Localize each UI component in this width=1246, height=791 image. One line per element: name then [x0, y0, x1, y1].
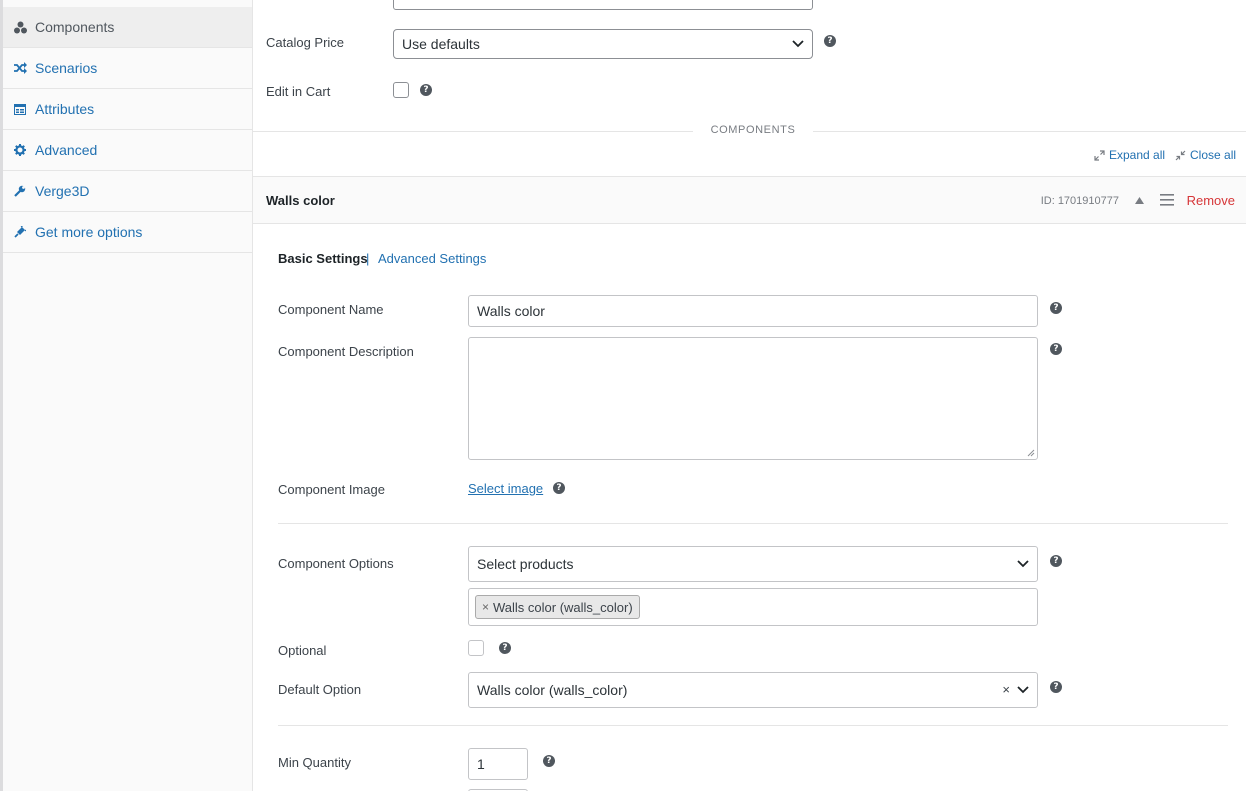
help-icon[interactable]: ?	[499, 642, 511, 654]
help-icon[interactable]: ?	[420, 84, 432, 96]
section-divider	[278, 725, 1228, 726]
component-name-label: Component Name	[278, 302, 384, 317]
section-divider	[278, 523, 1228, 524]
tab-advanced-settings[interactable]: Advanced Settings	[378, 251, 486, 266]
selected-product-label: Walls color (walls_color)	[493, 599, 633, 615]
catalog-price-select[interactable]: Use defaults	[393, 29, 813, 59]
edit-in-cart-checkbox[interactable]	[393, 82, 409, 98]
sidebar-item-label: Scenarios	[35, 60, 98, 76]
expand-all-label: Expand all	[1109, 148, 1166, 162]
help-icon[interactable]: ?	[543, 755, 555, 767]
select-image-link[interactable]: Select image	[468, 481, 543, 496]
component-options-selected[interactable]: × Walls color (walls_color)	[468, 588, 1038, 626]
component-id: ID: 1701910777	[1040, 195, 1119, 207]
sort-up-icon[interactable]	[1135, 197, 1144, 204]
sidebar-item-verge3d[interactable]: Verge3D	[3, 171, 252, 212]
components-heading: COMPONENTS	[693, 124, 813, 136]
sidebar-item-attributes[interactable]: Attributes	[3, 89, 252, 130]
default-option-value: Walls color (walls_color)	[477, 682, 628, 698]
help-icon[interactable]: ?	[1050, 302, 1062, 314]
min-quantity-value: 1	[477, 756, 485, 772]
clear-selection-button[interactable]: ×	[1002, 682, 1010, 697]
sidebar-item-label: Get more options	[35, 224, 143, 240]
sidebar-item-advanced[interactable]: Advanced	[3, 130, 252, 171]
resize-grip-icon[interactable]	[1027, 449, 1035, 457]
component-image-label: Component Image	[278, 482, 385, 497]
shuffle-icon	[13, 61, 27, 75]
sidebar-item-label: Attributes	[35, 101, 95, 117]
min-quantity-input[interactable]: 1	[468, 748, 528, 780]
sidebar-item-label: Advanced	[35, 142, 98, 158]
chevron-down-icon	[1017, 560, 1029, 568]
list-icon	[13, 102, 27, 116]
help-icon[interactable]: ?	[553, 482, 565, 494]
help-icon[interactable]: ?	[1050, 555, 1062, 567]
tab-separator: |	[366, 251, 370, 266]
default-option-select[interactable]: Walls color (walls_color) ×	[468, 672, 1038, 708]
optional-label: Optional	[278, 643, 327, 658]
close-all-label: Close all	[1190, 148, 1237, 162]
component-name-input[interactable]: Walls color	[468, 295, 1038, 327]
tab-basic-settings[interactable]: Basic Settings	[278, 251, 368, 266]
product-data-main: Catalog Price Use defaults ? Edit in Car…	[253, 0, 1246, 791]
expand-icon	[1094, 149, 1105, 161]
min-quantity-label: Min Quantity	[278, 755, 351, 770]
sidebar-item-components[interactable]: Components	[3, 7, 252, 48]
component-header[interactable]: Walls color ID: 1701910777 Remove	[253, 176, 1246, 224]
help-icon[interactable]: ?	[1050, 343, 1062, 355]
component-options-placeholder: Select products	[477, 556, 574, 572]
help-icon[interactable]: ?	[1050, 681, 1062, 693]
selected-product-tag: × Walls color (walls_color)	[475, 595, 640, 619]
edit-in-cart-label: Edit in Cart	[266, 84, 331, 99]
plugin-icon	[13, 225, 27, 239]
catalog-price-value: Use defaults	[402, 36, 480, 52]
catalog-price-label: Catalog Price	[266, 35, 345, 50]
component-description-label: Component Description	[278, 344, 414, 359]
component-options-select[interactable]: Select products	[468, 546, 1038, 582]
drag-handle-icon[interactable]	[1160, 194, 1174, 206]
component-title: Walls color	[266, 193, 335, 208]
component-name-value: Walls color	[477, 303, 545, 319]
components-icon	[13, 20, 27, 34]
remove-component-link[interactable]: Remove	[1187, 193, 1235, 208]
sidebar-item-label: Components	[35, 19, 115, 35]
product-data-sidebar: Components Scenarios Attributes Advanced…	[0, 0, 253, 791]
chevron-down-icon	[792, 40, 804, 48]
component-options-label: Component Options	[278, 556, 394, 571]
optional-checkbox[interactable]	[468, 640, 484, 656]
sidebar-item-label: Verge3D	[35, 183, 90, 199]
expand-all-link[interactable]: Expand all	[1094, 148, 1165, 162]
tag-remove-button[interactable]: ×	[482, 600, 489, 614]
sidebar-item-get-more-options[interactable]: Get more options	[3, 212, 252, 253]
chevron-down-icon	[1017, 686, 1029, 694]
component-description-textarea[interactable]	[468, 337, 1038, 460]
default-option-label: Default Option	[278, 682, 362, 697]
top-clipped-field[interactable]	[393, 0, 813, 10]
close-all-link[interactable]: Close all	[1175, 148, 1236, 162]
wrench-icon	[13, 184, 27, 198]
collapse-icon	[1175, 150, 1186, 160]
sidebar-item-scenarios[interactable]: Scenarios	[3, 48, 252, 89]
help-icon[interactable]: ?	[824, 35, 836, 47]
gear-icon	[13, 143, 27, 157]
